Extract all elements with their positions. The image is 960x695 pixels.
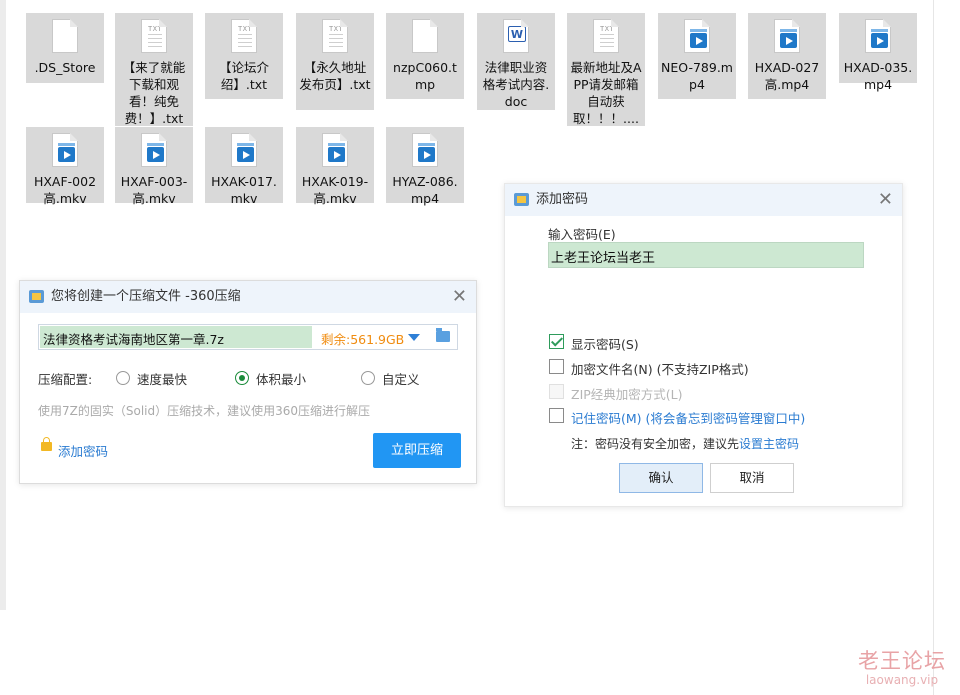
word-file-icon: W <box>501 19 531 55</box>
blank-file-icon <box>410 19 440 55</box>
encrypt-filenames-label: 加密文件名(N) (不支持ZIP格式) <box>571 362 749 377</box>
zip-classic-label: ZIP经典加密方式(L) <box>571 387 683 402</box>
set-master-password-link[interactable]: 设置主密码 <box>739 437 799 451</box>
file-item[interactable]: .DS_Store <box>26 13 104 83</box>
option-smallest-label: 体积最小 <box>256 372 307 387</box>
file-name: 法律职业资格考试内容.doc <box>482 60 550 109</box>
file-item[interactable]: HXAF-003-高.mkv <box>115 127 193 206</box>
remember-password-checkbox[interactable] <box>549 408 564 423</box>
txt-icon-label: TXT <box>238 25 253 33</box>
video-file-icon <box>772 19 802 55</box>
video-file-icon <box>320 133 350 169</box>
video-file-icon <box>229 133 259 169</box>
file-item[interactable]: HXAD-035.mp4 <box>839 13 917 92</box>
file-name: 【永久地址发布页】.txt <box>299 60 371 92</box>
watermark: 老王论坛 laowang.vip <box>858 645 946 687</box>
video-file-icon <box>139 133 169 169</box>
confirm-button[interactable]: 确认 <box>619 463 703 493</box>
txt-icon-label: TXT <box>148 25 163 33</box>
360zip-icon <box>514 193 529 206</box>
zip-classic-checkbox <box>549 384 564 399</box>
txt-file-icon: TXT <box>591 19 621 55</box>
file-name: 最新地址及APP请发邮箱自动获取！！！.... <box>570 60 642 126</box>
radio-fastest[interactable] <box>116 371 130 385</box>
file-name: .DS_Store <box>34 60 96 75</box>
watermark-title: 老王论坛 <box>858 649 946 673</box>
option-fastest-label: 速度最快 <box>137 372 188 387</box>
file-item[interactable]: HXAD-027高.mp4 <box>748 13 826 99</box>
txt-file-icon: TXT <box>139 19 169 55</box>
file-name: HXAF-002高.mkv <box>33 174 97 206</box>
video-file-icon <box>50 133 80 169</box>
compression-hint: 使用7Z的固实（Solid）压缩技术，建议使用360压缩进行解压 <box>38 404 371 418</box>
archive-name-text: 法律资格考试海南地区第一章.7z <box>43 332 224 347</box>
password-dialog-titlebar: 添加密码 ✕ <box>505 184 902 216</box>
compress-dialog-title: 您将创建一个压缩文件 -360压缩 <box>51 289 241 304</box>
file-item[interactable]: nzpC060.tmp <box>386 13 464 99</box>
radio-smallest[interactable] <box>235 371 249 385</box>
file-name: 【来了就能下载和观看！纯免费！】.txt <box>122 60 186 126</box>
cancel-button[interactable]: 取消 <box>710 463 794 493</box>
radio-custom[interactable] <box>361 371 375 385</box>
free-space-label: 剩余:561.9GB <box>321 332 405 347</box>
remember-password-label[interactable]: 记住密码(M) (将会备忘到密码管理窗口中) <box>571 408 805 427</box>
txt-file-icon: TXT <box>320 19 350 55</box>
word-icon-letter: W <box>508 26 526 42</box>
folder-icon[interactable] <box>436 328 450 342</box>
txt-icon-label: TXT <box>600 25 615 33</box>
360zip-icon <box>29 290 44 303</box>
file-name: HXAD-027高.mp4 <box>754 60 820 92</box>
file-name: HXAF-003-高.mkv <box>120 174 188 206</box>
archive-name-field[interactable]: 法律资格考试海南地区第一章.7z 剩余:561.9GB <box>38 324 458 350</box>
txt-file-icon: TXT <box>229 19 259 55</box>
file-name: HXAD-035.mp4 <box>843 60 913 92</box>
password-value: 上老王论坛当老王 <box>551 251 656 266</box>
option-custom-label: 自定义 <box>382 372 420 387</box>
file-item[interactable]: HYAZ-086.mp4 <box>386 127 464 206</box>
password-input-label: 输入密码(E) <box>548 227 616 242</box>
compress-now-button[interactable]: 立即压缩 <box>373 433 461 468</box>
config-label: 压缩配置: <box>38 372 93 387</box>
file-item[interactable]: HXAK-019-高.mkv <box>296 127 374 206</box>
file-name: nzpC060.tmp <box>393 60 457 92</box>
compress-dialog-titlebar: 您将创建一个压缩文件 -360压缩 ✕ <box>20 281 476 313</box>
compression-config-row: 压缩配置: 速度最快 体积最小 自定义 <box>38 369 458 387</box>
video-file-icon <box>863 19 893 55</box>
show-password-checkbox[interactable] <box>549 334 564 349</box>
file-item[interactable]: TXT 最新地址及APP请发邮箱自动获取！！！.... <box>567 13 645 126</box>
security-note-text: 注：密码没有安全加密，建议先 <box>571 437 740 451</box>
password-input[interactable]: 上老王论坛当老王 <box>548 242 864 268</box>
security-note: 注：密码没有安全加密，建议先设置主密码 <box>571 435 799 452</box>
file-item[interactable]: W 法律职业资格考试内容.doc <box>477 13 555 110</box>
file-name: HXAK-017.mkv <box>211 174 277 206</box>
compress-dialog: 您将创建一个压缩文件 -360压缩 ✕ 法律资格考试海南地区第一章.7z 剩余:… <box>19 280 477 484</box>
show-password-label: 显示密码(S) <box>571 337 639 352</box>
left-border <box>0 0 6 610</box>
file-item[interactable]: TXT 【论坛介绍】.txt <box>205 13 283 99</box>
close-icon[interactable]: ✕ <box>452 281 467 313</box>
video-file-icon <box>410 133 440 169</box>
file-item[interactable]: HXAF-002高.mkv <box>26 127 104 206</box>
file-item[interactable]: HXAK-017.mkv <box>205 127 283 206</box>
scrollbar-track[interactable] <box>933 0 934 695</box>
file-name: HYAZ-086.mp4 <box>392 174 458 206</box>
add-password-link[interactable]: 添加密码 <box>58 441 108 460</box>
encrypt-filenames-checkbox[interactable] <box>549 359 564 374</box>
chevron-down-icon[interactable] <box>408 334 420 341</box>
video-file-icon <box>682 19 712 55</box>
file-item[interactable]: TXT 【永久地址发布页】.txt <box>296 13 374 110</box>
close-icon[interactable]: ✕ <box>878 184 893 216</box>
password-dialog-title: 添加密码 <box>536 192 589 207</box>
file-explorer-window: .DS_Store TXT 【来了就能下载和观看！纯免费！】.txt TXT 【论坛介绍… <box>0 0 960 695</box>
file-item[interactable]: NEO-789.mp4 <box>658 13 736 99</box>
watermark-url: laowang.vip <box>865 673 939 687</box>
txt-icon-label: TXT <box>329 25 344 33</box>
file-name: 【论坛介绍】.txt <box>218 60 269 92</box>
blank-file-icon <box>50 19 80 55</box>
file-name: NEO-789.mp4 <box>661 60 733 92</box>
file-name: HXAK-019-高.mkv <box>301 174 369 206</box>
file-item[interactable]: TXT 【来了就能下载和观看！纯免费！】.txt <box>115 13 193 126</box>
password-dialog: 添加密码 ✕ 输入密码(E) 上老王论坛当老王 显示密码(S) 加密文件名(N)… <box>504 183 903 507</box>
lock-icon <box>41 437 52 451</box>
